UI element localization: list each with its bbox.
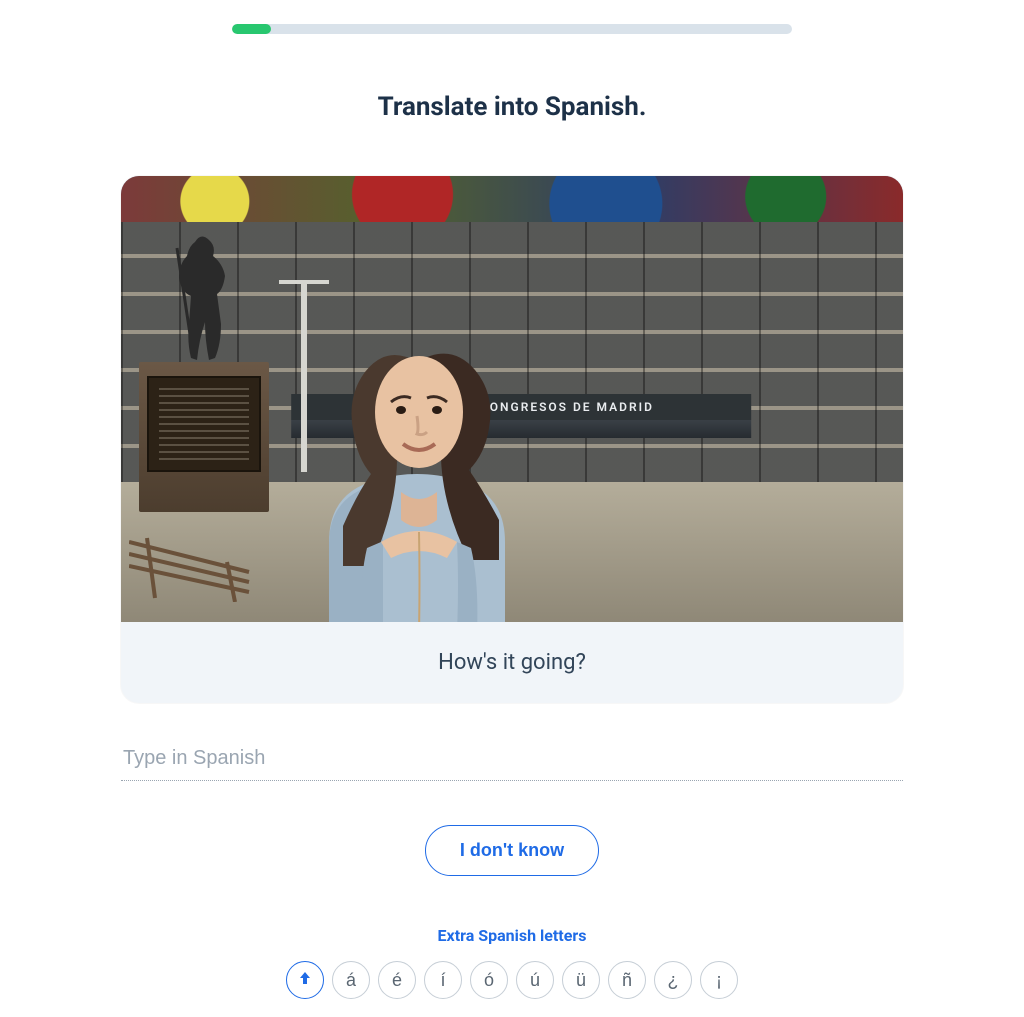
letter-button-3[interactable]: ó xyxy=(470,961,508,999)
letter-case-toggle[interactable] xyxy=(286,961,324,999)
answer-area xyxy=(121,741,903,781)
letter-button-1[interactable]: é xyxy=(378,961,416,999)
park-bench xyxy=(129,532,269,602)
statue-figure xyxy=(175,234,235,362)
letter-button-2[interactable]: í xyxy=(424,961,462,999)
mural-art xyxy=(121,176,903,222)
progress-wrap xyxy=(0,0,1024,34)
answer-input[interactable] xyxy=(121,741,903,781)
statue-plaque xyxy=(147,376,261,472)
extra-letters-label: Extra Spanish letters xyxy=(0,926,1024,945)
progress-fill xyxy=(232,24,271,34)
letter-button-0[interactable]: á xyxy=(332,961,370,999)
letter-button-6[interactable]: ñ xyxy=(608,961,646,999)
progress-bar xyxy=(232,24,792,34)
letter-button-7[interactable]: ¿ xyxy=(654,961,692,999)
arrow-up-icon xyxy=(297,970,313,991)
letter-button-4[interactable]: ú xyxy=(516,961,554,999)
extra-letters-row: á é í ó ú ü ñ ¿ ¡ xyxy=(0,961,1024,999)
skip-button[interactable]: I don't know xyxy=(425,825,599,876)
prompt-text: How's it going? xyxy=(121,622,903,703)
letter-button-5[interactable]: ü xyxy=(562,961,600,999)
exercise-title: Translate into Spanish. xyxy=(0,92,1024,122)
exercise-photo: PALACIO DE CONGRESOS DE MADRID xyxy=(121,176,903,622)
speaker-woman xyxy=(269,292,579,622)
letter-button-8[interactable]: ¡ xyxy=(700,961,738,999)
exercise-card: PALACIO DE CONGRESOS DE MADRID xyxy=(121,176,903,703)
